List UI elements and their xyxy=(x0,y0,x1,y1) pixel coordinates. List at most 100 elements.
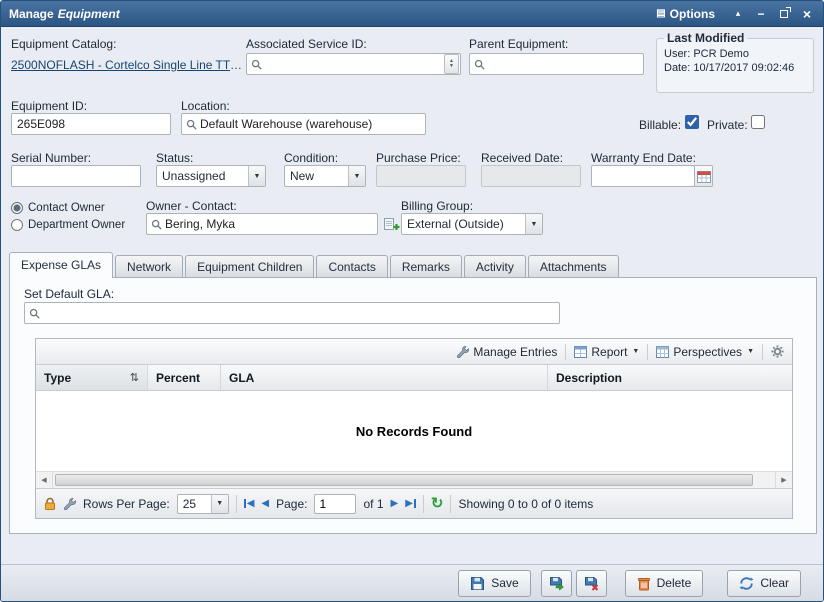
next-page-button[interactable]: ▶ xyxy=(391,498,399,509)
save-button[interactable]: Save xyxy=(458,570,530,597)
owner-contact-input[interactable] xyxy=(165,214,377,234)
location-input[interactable] xyxy=(200,114,425,134)
clear-button[interactable]: Clear xyxy=(727,570,801,597)
column-header-description[interactable]: Description xyxy=(548,365,792,390)
tab-equipment-children[interactable]: Equipment Children xyxy=(185,255,314,277)
previous-page-button[interactable]: ◀ xyxy=(261,498,269,509)
scroll-left-icon: ◀ xyxy=(41,476,46,484)
grid-settings-button[interactable] xyxy=(771,345,784,358)
collapse-button[interactable]: ▴ xyxy=(730,6,746,22)
save-and-new-button[interactable] xyxy=(541,570,572,597)
minimize-button[interactable]: − xyxy=(753,6,769,22)
status-select[interactable]: Unassigned ▼ xyxy=(156,165,266,187)
billable-checkbox[interactable] xyxy=(685,115,699,129)
equipment-id-input[interactable] xyxy=(11,113,171,135)
rows-per-page-value: 25 xyxy=(178,497,211,511)
titlebar: Manage Equipment ▤ Options ▴ − × xyxy=(1,1,823,27)
department-owner-radio[interactable] xyxy=(11,219,23,231)
refresh-button[interactable]: ↻ xyxy=(431,496,444,511)
options-button[interactable]: ▤ Options xyxy=(656,7,715,21)
select-trigger-button[interactable]: ▼ xyxy=(211,495,228,513)
column-header-percent[interactable]: Percent xyxy=(148,365,221,390)
last-modified-date: Date: 10/17/2017 09:02:46 xyxy=(664,62,806,74)
grid-header: Type ⇅ Percent GLA Description xyxy=(36,365,792,391)
tab-attachments[interactable]: Attachments xyxy=(528,255,619,277)
rows-per-page-select[interactable]: 25 ▼ xyxy=(177,494,229,514)
add-contact-button[interactable] xyxy=(382,215,402,233)
close-button[interactable]: × xyxy=(799,6,815,22)
status-value: Unassigned xyxy=(157,169,248,183)
select-trigger-button[interactable]: ▼ xyxy=(348,166,365,186)
serial-number-label: Serial Number: xyxy=(11,151,91,165)
warranty-end-date-input[interactable] xyxy=(591,165,695,187)
scroll-left-button[interactable]: ◀ xyxy=(36,472,53,488)
horizontal-scrollbar[interactable]: ◀ ▶ xyxy=(36,471,792,488)
contact-owner-label: Contact Owner xyxy=(28,202,105,214)
last-page-icon: ▶ xyxy=(405,498,413,509)
manage-entries-button[interactable]: Manage Entries xyxy=(456,345,557,359)
save-and-close-icon xyxy=(584,576,599,591)
save-and-close-button[interactable] xyxy=(576,570,607,597)
select-trigger-button[interactable]: ▼ xyxy=(525,214,542,234)
rows-per-page-label: Rows Per Page: xyxy=(83,497,170,511)
scrollbar-track[interactable] xyxy=(53,472,775,488)
last-modified-title: Last Modified xyxy=(664,31,747,45)
contact-owner-radio[interactable] xyxy=(11,202,23,214)
scroll-right-button[interactable]: ▶ xyxy=(775,472,792,488)
scrollbar-thumb[interactable] xyxy=(55,474,753,486)
report-label: Report xyxy=(591,345,627,359)
tab-activity[interactable]: Activity xyxy=(464,255,526,277)
delete-button[interactable]: Delete xyxy=(625,570,704,597)
condition-select[interactable]: New ▼ xyxy=(284,165,366,187)
grid-body: No Records Found xyxy=(36,391,792,471)
select-trigger-button[interactable]: ▼ xyxy=(248,166,265,186)
options-label: Options xyxy=(670,7,715,21)
search-icon xyxy=(474,59,485,70)
warranty-end-date-label: Warranty End Date: xyxy=(591,151,696,165)
tab-contacts[interactable]: Contacts xyxy=(316,255,387,277)
column-header-type[interactable]: Type ⇅ xyxy=(36,365,148,390)
expense-glas-panel: Set Default GLA: Manage Entries Report ▼ xyxy=(9,277,817,534)
spinner-buttons[interactable]: ▲ ▼ xyxy=(444,54,459,74)
perspectives-button[interactable]: Perspectives ▼ xyxy=(656,345,754,359)
first-page-button[interactable]: ◀ xyxy=(244,498,255,509)
department-owner-radio-row[interactable]: Department Owner xyxy=(11,219,125,231)
equipment-id-label: Equipment ID: xyxy=(11,99,87,113)
location-field xyxy=(181,113,426,135)
equipment-catalog-link[interactable]: 2500NOFLASH - Cortelco Single Line TT D.… xyxy=(11,58,243,72)
parent-equipment-input[interactable] xyxy=(488,54,643,74)
wrench-icon[interactable] xyxy=(63,497,76,510)
billing-group-select[interactable]: External (Outside) ▼ xyxy=(401,213,543,235)
tab-expense-glas[interactable]: Expense GLAs xyxy=(9,252,113,278)
private-label: Private: xyxy=(707,118,748,132)
associated-service-id-label: Associated Service ID: xyxy=(246,37,367,51)
calendar-button[interactable] xyxy=(694,165,713,187)
lock-icon[interactable] xyxy=(44,497,56,511)
save-icon xyxy=(470,576,485,591)
grid-toolbar: Manage Entries Report ▼ Perspectives ▼ xyxy=(36,339,792,365)
grid-footer: Rows Per Page: 25 ▼ ◀ ◀ Page: of 1 ▶ ▶ ↻… xyxy=(36,488,792,518)
tab-remarks[interactable]: Remarks xyxy=(390,255,462,277)
serial-number-input[interactable] xyxy=(11,165,141,187)
tab-network[interactable]: Network xyxy=(115,255,183,277)
toolbar-separator xyxy=(762,344,763,360)
page-label: Page: xyxy=(276,497,307,511)
associated-service-id-input[interactable] xyxy=(265,54,444,74)
column-header-gla[interactable]: GLA xyxy=(221,365,548,390)
spinner-down-icon: ▼ xyxy=(449,64,454,69)
calendar-icon xyxy=(697,170,711,183)
save-and-new-icon xyxy=(549,576,564,591)
private-checkbox[interactable] xyxy=(751,115,765,129)
save-label: Save xyxy=(491,576,518,590)
perspectives-label: Perspectives xyxy=(673,345,742,359)
report-button[interactable]: Report ▼ xyxy=(574,345,639,359)
window-title: Manage Equipment xyxy=(9,7,656,21)
set-default-gla-input[interactable] xyxy=(43,303,559,323)
popout-button[interactable] xyxy=(776,6,792,22)
footer-separator xyxy=(450,495,451,513)
purchase-price-input xyxy=(376,165,466,187)
contact-owner-radio-row[interactable]: Contact Owner xyxy=(11,202,105,214)
last-page-button[interactable]: ▶ xyxy=(405,498,416,509)
page-input[interactable] xyxy=(314,494,356,514)
set-default-gla-label: Set Default GLA: xyxy=(24,287,114,301)
